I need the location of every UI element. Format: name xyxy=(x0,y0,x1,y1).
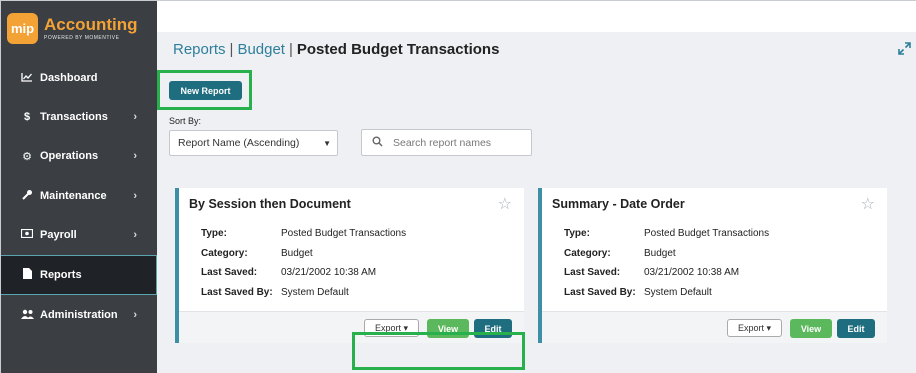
report-type-row: Type: Posted Budget Transactions xyxy=(564,228,769,239)
category-value: Budget xyxy=(644,248,676,259)
report-category-row: Category: Budget xyxy=(201,248,313,259)
app-logo[interactable]: mip Accounting POWERED BY MOMENTIVE xyxy=(1,1,157,56)
expand-icon[interactable] xyxy=(898,42,912,56)
search-input[interactable]: Search report names xyxy=(361,129,532,156)
sort-by-label: Sort By: xyxy=(169,116,202,126)
search-icon xyxy=(372,136,383,150)
export-button[interactable]: Export ▾ xyxy=(727,319,782,337)
sort-by-value: Report Name (Ascending) xyxy=(178,137,300,149)
view-button[interactable]: View xyxy=(790,319,832,338)
report-card-footer: Export ▾ View Edit xyxy=(542,311,887,343)
sidebar-item-payroll[interactable]: Payroll › xyxy=(1,215,157,255)
chevron-right-icon: › xyxy=(133,111,137,123)
logo-subtitle: POWERED BY MOMENTIVE xyxy=(44,35,120,41)
wrench-icon xyxy=(20,189,34,203)
top-bar xyxy=(157,1,916,32)
report-card-title[interactable]: Summary - Date Order xyxy=(552,197,685,211)
report-last-saved-row: Last Saved: 03/21/2002 10:38 AM xyxy=(564,267,739,278)
type-value: Posted Budget Transactions xyxy=(644,228,770,239)
breadcrumb: Reports | Budget | Posted Budget Transaction… xyxy=(173,41,499,58)
sidebar-item-transactions[interactable]: $ Transactions › xyxy=(1,97,157,137)
sidebar-item-label: Maintenance xyxy=(40,190,107,202)
breadcrumb-separator: | xyxy=(288,41,293,58)
report-last-saved-by-row: Last Saved By: System Default xyxy=(201,287,349,298)
breadcrumb-budget-link[interactable]: Budget xyxy=(237,41,285,58)
report-card: By Session then Document ☆ Type: Posted B… xyxy=(175,188,524,343)
sidebar-item-label: Transactions xyxy=(40,111,108,123)
star-icon[interactable]: ☆ xyxy=(861,194,875,214)
type-label: Type: xyxy=(564,228,590,239)
report-last-saved-by-row: Last Saved By: System Default xyxy=(564,287,712,298)
last-saved-by-value: System Default xyxy=(281,287,349,298)
file-icon xyxy=(20,268,34,282)
dollar-icon: $ xyxy=(23,111,31,123)
last-saved-label: Last Saved: xyxy=(201,267,258,278)
logo-text: Accounting POWERED BY MOMENTIVE xyxy=(44,15,138,42)
chevron-right-icon: › xyxy=(133,150,137,162)
breadcrumb-separator: | xyxy=(229,41,234,58)
star-icon[interactable]: ☆ xyxy=(498,194,512,214)
sidebar-item-label: Administration xyxy=(40,309,118,321)
search-placeholder: Search report names xyxy=(393,136,492,149)
type-label: Type: xyxy=(201,228,227,239)
chevron-right-icon: › xyxy=(133,229,137,241)
report-type-row: Type: Posted Budget Transactions xyxy=(201,228,406,239)
report-last-saved-row: Last Saved: 03/21/2002 10:38 AM xyxy=(201,267,376,278)
edit-button[interactable]: Edit xyxy=(837,319,875,338)
report-card-title[interactable]: By Session then Document xyxy=(189,197,351,211)
sidebar-item-maintenance[interactable]: Maintenance › xyxy=(1,176,157,216)
sidebar-item-label: Dashboard xyxy=(40,72,98,84)
last-saved-value: 03/21/2002 10:38 AM xyxy=(281,267,377,278)
last-saved-label: Last Saved: xyxy=(564,267,621,278)
last-saved-by-label: Last Saved By: xyxy=(564,287,636,298)
last-saved-value: 03/21/2002 10:38 AM xyxy=(644,267,740,278)
chart-line-icon xyxy=(20,72,34,85)
chevron-right-icon: › xyxy=(133,309,137,321)
sidebar-item-dashboard[interactable]: Dashboard xyxy=(1,58,157,98)
money-icon xyxy=(20,228,34,241)
sidebar-item-label: Operations xyxy=(40,150,99,162)
last-saved-by-value: System Default xyxy=(644,287,712,298)
main-content: Reports | Budget | Posted Budget Transaction… xyxy=(157,32,916,373)
new-report-button[interactable]: New Report xyxy=(169,81,242,100)
breadcrumb-reports-link[interactable]: Reports xyxy=(173,41,226,58)
logo-title: Accounting xyxy=(44,15,138,34)
caret-down-icon: ▼ xyxy=(323,139,331,148)
sidebar-item-label: Reports xyxy=(40,269,82,281)
page-title: Posted Budget Transactions xyxy=(296,41,500,58)
category-value: Budget xyxy=(281,248,313,259)
actions-highlight xyxy=(352,332,525,370)
sidebar-item-label: Payroll xyxy=(40,229,77,241)
sort-by-select[interactable]: Report Name (Ascending) ▼ xyxy=(169,130,338,156)
last-saved-by-label: Last Saved By: xyxy=(201,287,273,298)
report-category-row: Category: Budget xyxy=(564,248,676,259)
category-label: Category: xyxy=(564,248,611,259)
logo-badge: mip xyxy=(7,13,38,44)
sidebar-item-reports[interactable]: Reports xyxy=(1,255,157,295)
chevron-right-icon: › xyxy=(133,190,137,202)
type-value: Posted Budget Transactions xyxy=(281,228,407,239)
sidebar-item-administration[interactable]: Administration › xyxy=(1,295,157,335)
gears-icon: ⚙ xyxy=(22,150,32,163)
sidebar: mip Accounting POWERED BY MOMENTIVE Dash… xyxy=(1,1,157,373)
users-icon xyxy=(20,309,34,322)
report-card: Summary - Date Order ☆ Type: Posted Budge… xyxy=(538,188,887,343)
category-label: Category: xyxy=(201,248,248,259)
sidebar-item-operations[interactable]: ⚙ Operations › xyxy=(1,136,157,176)
